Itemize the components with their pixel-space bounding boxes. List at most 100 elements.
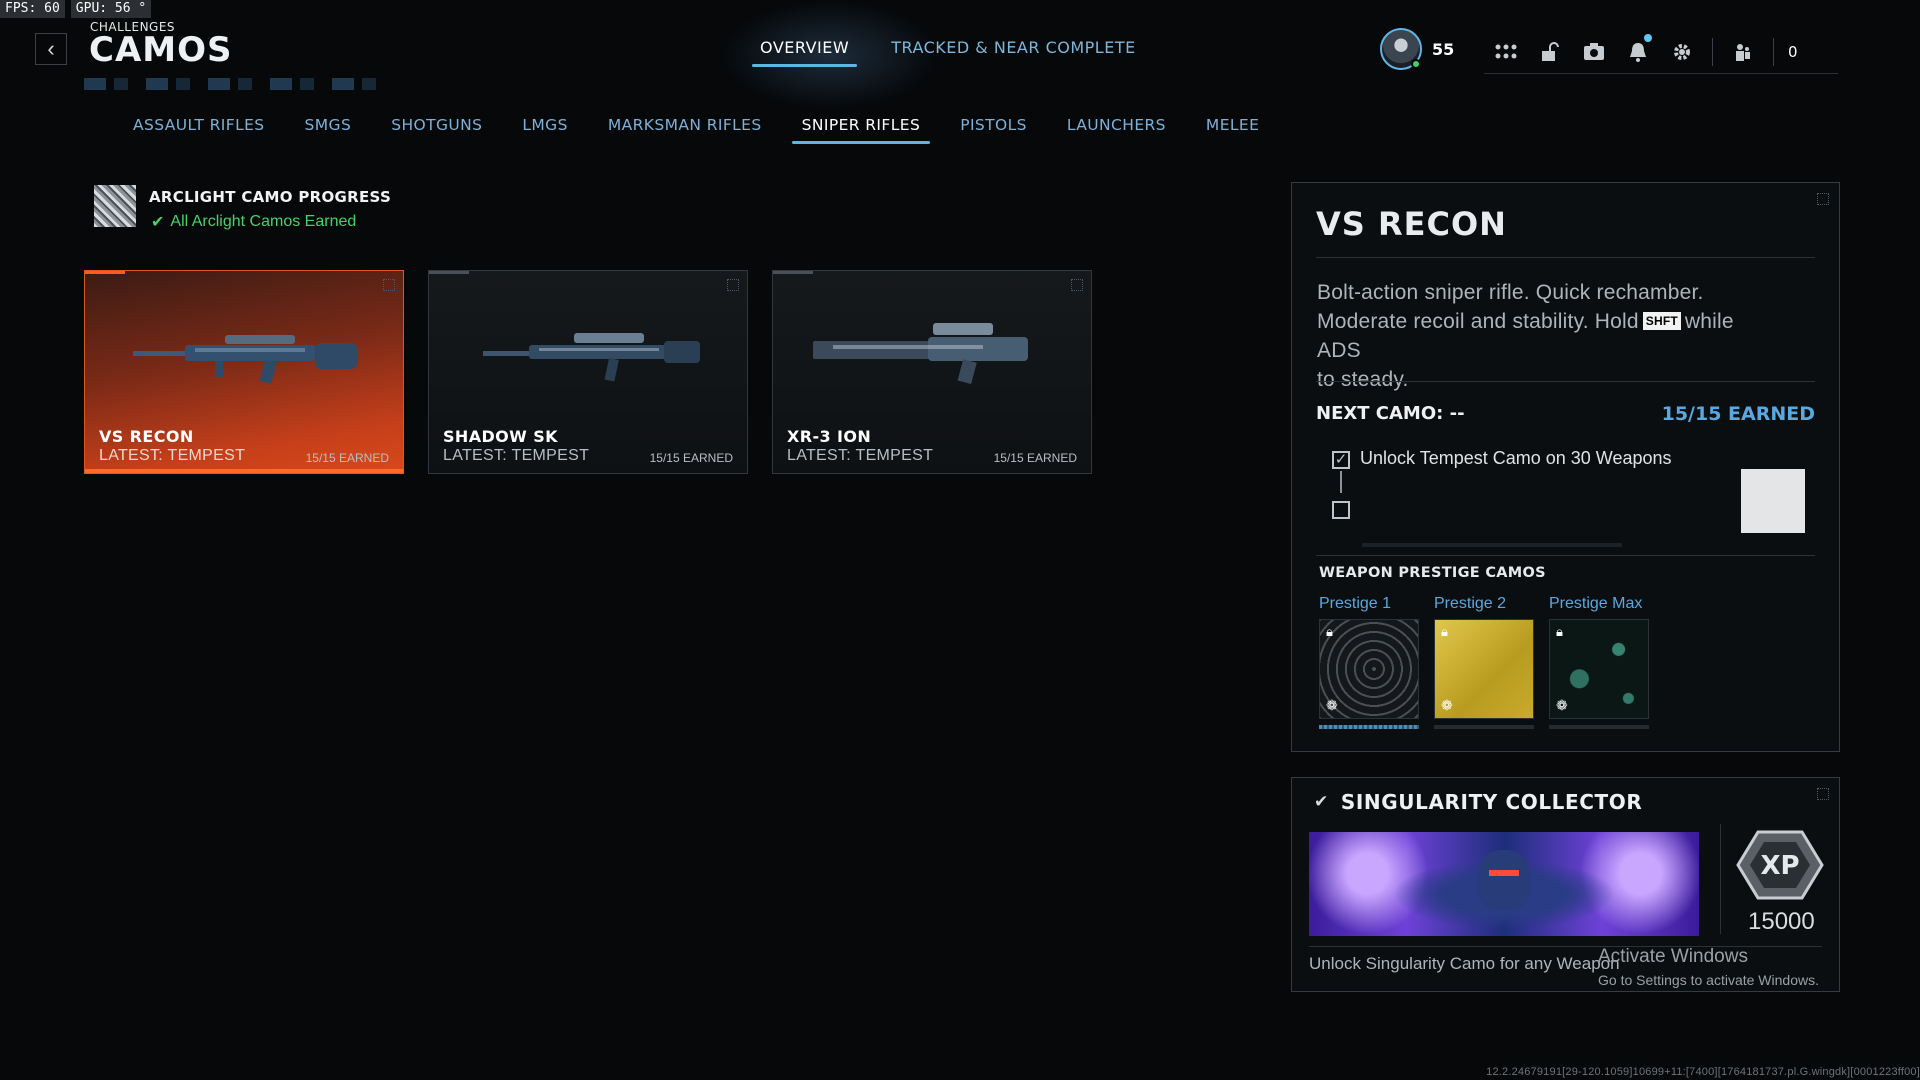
- singularity-description: Unlock Singularity Camo for any Weapon: [1309, 954, 1620, 973]
- tab-lmgs[interactable]: LMGS: [502, 116, 587, 144]
- prestige-camos-heading: WEAPON PRESTIGE CAMOS: [1319, 565, 1546, 581]
- tab-marksman-rifles[interactable]: MARKSMAN RIFLES: [588, 116, 782, 144]
- player-level: 55: [1432, 39, 1455, 59]
- weapon-name: SHADOW SK: [443, 427, 558, 446]
- camo-swatch: 🔒︎ ❁: [1549, 619, 1649, 719]
- tab-sniper-rifles[interactable]: SNIPER RIFLES: [782, 116, 941, 144]
- tab-launchers[interactable]: LAUNCHERS: [1047, 116, 1186, 144]
- divider: [1720, 824, 1721, 934]
- camo-swatch: 🔒︎ ❁: [1434, 619, 1534, 719]
- desc-line: Bolt-action sniper rifle. Quick rechambe…: [1317, 281, 1704, 304]
- singularity-header: ✔ SINGULARITY COLLECTOR: [1314, 790, 1642, 814]
- tab-pistols[interactable]: PISTOLS: [940, 116, 1047, 144]
- banner-figure-eyes: [1489, 870, 1519, 876]
- prestige-progress-bar: [1549, 725, 1649, 729]
- header-divider: [1712, 37, 1713, 66]
- tab-smgs[interactable]: SMGS: [285, 116, 372, 144]
- online-status-dot: [1411, 59, 1421, 69]
- tab-melee[interactable]: MELEE: [1186, 116, 1279, 144]
- card-progress-tab: [85, 271, 125, 274]
- desc-text: Moderate recoil and stability. Hold: [1317, 310, 1639, 333]
- corner-marker-icon: [727, 279, 739, 291]
- shift-key-icon: SHFT: [1642, 312, 1681, 330]
- desc-line: to steady.: [1317, 368, 1409, 391]
- prestige-label: Prestige Max: [1549, 595, 1643, 612]
- prestige-progress-bar: [1434, 725, 1534, 729]
- card-progress-tab: [773, 271, 813, 274]
- weapon-description: Bolt-action sniper rifle. Quick rechambe…: [1317, 278, 1777, 394]
- prestige-label: Prestige 1: [1319, 595, 1392, 612]
- checklist-connector: [1340, 471, 1342, 493]
- weapon-earned-count: 15/15 EARNED: [649, 451, 733, 465]
- next-camo-label: NEXT CAMO: --: [1316, 403, 1465, 424]
- singularity-banner-image: [1309, 832, 1699, 936]
- fps-counter: FPS: 60: [0, 0, 65, 18]
- divider: [1316, 555, 1815, 556]
- weapon-card-vs-recon[interactable]: VS RECON LATEST: TEMPEST 15/15 EARNED: [84, 270, 404, 474]
- lock-icon: 🔒︎: [1441, 624, 1448, 639]
- player-info[interactable]: 55: [1380, 28, 1454, 70]
- banner-figure: [1479, 850, 1529, 910]
- prestige-camo-2[interactable]: Prestige 2 🔒︎ ❁: [1434, 595, 1534, 729]
- page-title: CAMOS: [89, 30, 233, 70]
- weapon-category-tabs: ASSAULT RIFLES SMGS SHOTGUNS LMGS MARKSM…: [133, 116, 1279, 144]
- unlock-icon[interactable]: [1528, 32, 1572, 72]
- apps-grid-icon[interactable]: [1484, 32, 1528, 72]
- prestige-symbol-icon: ❁: [1556, 697, 1568, 713]
- prestige-camo-max[interactable]: Prestige Max 🔒︎ ❁: [1549, 595, 1649, 729]
- sniper-rifle-icon: [133, 335, 357, 384]
- empty-checkbox: [1332, 501, 1350, 519]
- weapon-name: VS RECON: [99, 427, 194, 446]
- header-divider: [1773, 37, 1774, 66]
- camos-earned-count: 15/15 EARNED: [1661, 403, 1815, 425]
- tab-tracked-near-complete[interactable]: TRACKED & NEAR COMPLETE: [891, 38, 1136, 67]
- desc-line: Moderate recoil and stability. Hold SHFT w…: [1317, 307, 1777, 365]
- weapon-card-xr-3-ion[interactable]: XR-3 ION LATEST: TEMPEST 15/15 EARNED: [772, 270, 1092, 474]
- watermark-line-2: Go to Settings to activate Windows.: [1598, 972, 1819, 988]
- tab-shotguns[interactable]: SHOTGUNS: [371, 116, 502, 144]
- challenge-progress-track: [1362, 543, 1622, 547]
- gear-icon[interactable]: [1660, 32, 1704, 72]
- watermark-line-1: Activate Windows: [1598, 946, 1748, 967]
- camera-icon[interactable]: [1572, 32, 1616, 72]
- divider: [1316, 257, 1815, 258]
- currency-count: 0: [1788, 42, 1798, 61]
- avatar[interactable]: [1380, 28, 1422, 70]
- prestige-symbol-icon: ❁: [1441, 697, 1453, 713]
- prestige-camo-1[interactable]: Prestige 1 🔒︎ ❁: [1319, 595, 1419, 729]
- notification-dot: [1644, 33, 1652, 42]
- camo-swatch: 🔒︎ ❁: [1319, 619, 1419, 719]
- lock-icon: 🔒︎: [1326, 624, 1333, 639]
- arclight-status: ✔ All Arclight Camos Earned: [151, 212, 356, 232]
- prestige-progress-bar: [1319, 725, 1419, 729]
- corner-marker-icon: [1817, 788, 1829, 800]
- tab-overview[interactable]: OVERVIEW: [751, 38, 858, 67]
- camo-preview: [1741, 469, 1805, 533]
- corner-marker-icon: [1071, 279, 1083, 291]
- chevron-left-icon: ‹: [47, 36, 55, 61]
- title-decoration: [84, 78, 384, 90]
- header-icons: 0: [1484, 30, 1838, 74]
- top-tabs: OVERVIEW TRACKED & NEAR COMPLETE: [751, 38, 1136, 67]
- back-button[interactable]: ‹: [35, 33, 67, 65]
- arclight-progress-title: ARCLIGHT CAMO PROGRESS: [149, 188, 392, 206]
- corner-marker-icon: [383, 279, 395, 291]
- prestige-symbol-icon: ❁: [1326, 697, 1338, 713]
- divider: [1316, 381, 1815, 382]
- weapon-latest-camo: LATEST: TEMPEST: [443, 447, 590, 464]
- bell-icon[interactable]: [1616, 32, 1660, 72]
- tab-assault-rifles[interactable]: ASSAULT RIFLES: [133, 116, 285, 144]
- xp-label: XP: [1760, 851, 1799, 881]
- lock-icon: 🔒︎: [1556, 624, 1563, 639]
- detail-title: VS RECON: [1316, 205, 1507, 243]
- xp-reward-value: 15000: [1748, 908, 1815, 935]
- weapon-latest-camo: LATEST: TEMPEST: [787, 447, 934, 464]
- checkmark-icon: ✔: [151, 214, 165, 231]
- party-icon[interactable]: [1721, 32, 1765, 72]
- card-progress-tab: [429, 271, 469, 274]
- weapon-earned-count: 15/15 EARNED: [993, 451, 1077, 465]
- completed-checkbox: ✓: [1332, 451, 1350, 469]
- weapon-name: XR-3 ION: [787, 427, 872, 446]
- checkmark-icon: ✔: [1314, 792, 1329, 812]
- weapon-card-shadow-sk[interactable]: SHADOW SK LATEST: TEMPEST 15/15 EARNED: [428, 270, 748, 474]
